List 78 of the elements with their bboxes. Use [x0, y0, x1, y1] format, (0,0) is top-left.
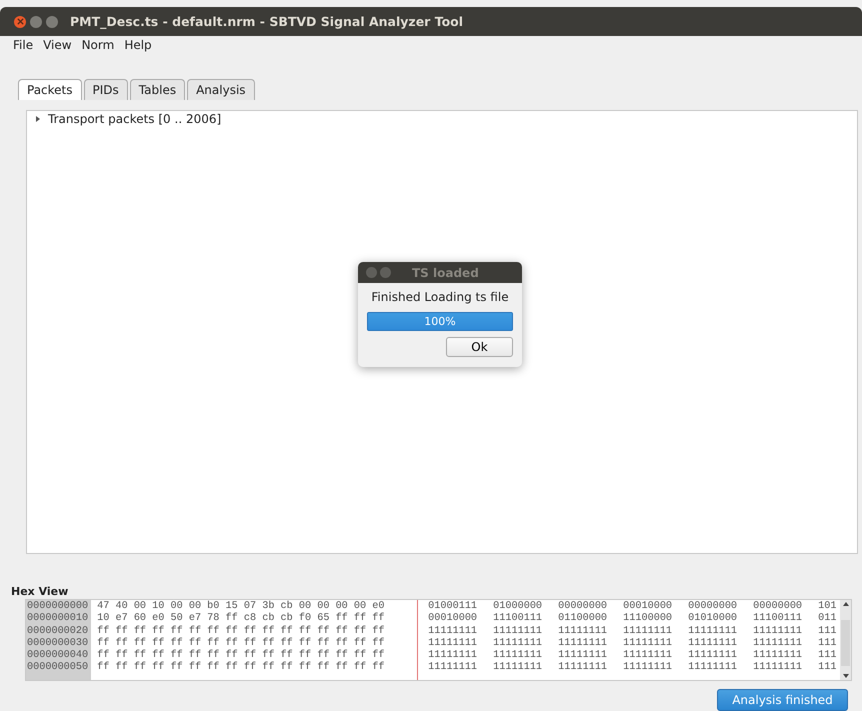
scrollbar[interactable]: [840, 600, 851, 680]
binary-text: 11111111: [688, 626, 738, 638]
tab[interactable]: Tables: [130, 79, 186, 100]
binary-text: 11111111: [688, 662, 738, 675]
binary-text: 11111111: [428, 662, 478, 675]
binary-text: 111: [818, 638, 836, 650]
menu-item[interactable]: Help: [119, 38, 157, 55]
binary-text: 00010000: [623, 601, 674, 613]
offset-text: 0000000010: [27, 613, 88, 626]
hex-bytes-text: 10 e7 60 e0 50 e7 78 ff c8 cb cb f0 65 ff ff ff: [97, 613, 386, 626]
offset-text: 0000000050: [27, 662, 88, 675]
binary-text: 01000111: [428, 601, 478, 613]
expand-arrow-icon[interactable]: [35, 116, 41, 122]
tree-item[interactable]: Transport packets [0 .. 2006]: [48, 112, 222, 126]
hex-bytes-text: ff ff ff ff ff ff ff ff ff ff ff ff ff ff ff ff: [97, 626, 386, 638]
minimize-icon[interactable]: [30, 16, 42, 28]
dialog-title: TS loaded: [412, 266, 479, 280]
binary-text: 11111111: [428, 638, 478, 650]
tab[interactable]: Packets: [18, 79, 82, 100]
binary-text: 11111111: [558, 662, 608, 675]
binary-text: 11111111: [558, 626, 608, 638]
scroll-up-arrow-icon[interactable]: [842, 602, 848, 606]
hex-bytes-text: ff ff ff ff ff ff ff ff ff ff ff ff ff ff ff ff: [97, 638, 386, 650]
scroll-down-arrow-icon[interactable]: [842, 674, 848, 678]
binary-text: 11111111: [623, 662, 674, 675]
maximize-icon[interactable]: [46, 16, 58, 28]
binary-text: 11111111: [493, 662, 544, 675]
tab[interactable]: PIDs: [84, 79, 128, 100]
binary-text: 11111111: [753, 650, 804, 662]
section-label: Hex View: [11, 585, 70, 599]
binary-text: 00000000: [688, 601, 738, 613]
close-icon[interactable]: [366, 267, 377, 278]
offset-text: 0000000020: [27, 626, 88, 638]
tab[interactable]: Analysis: [187, 79, 255, 100]
binary-text: 00000000: [753, 601, 804, 613]
binary-text: 11111111: [688, 650, 738, 662]
binary-text: 01010000: [688, 613, 738, 626]
binary-text: 01000000: [493, 601, 544, 613]
binary-text: 11111111: [623, 650, 674, 662]
binary-text: 11111111: [623, 638, 674, 650]
offset-text: 0000000000: [27, 601, 88, 613]
binary-text: 11111111: [623, 626, 674, 638]
hex-bytes-text: ff ff ff ff ff ff ff ff ff ff ff ff ff ff ff ff: [97, 650, 386, 662]
binary-text: 11111111: [493, 638, 544, 650]
menu-item[interactable]: Norm: [76, 38, 120, 55]
binary-text: 101: [818, 601, 836, 613]
binary-text: 11111111: [493, 626, 544, 638]
binary-text: 11111111: [753, 638, 804, 650]
binary-text: 11100000: [623, 613, 674, 626]
binary-text: 11111111: [493, 650, 544, 662]
offset-text: 0000000040: [27, 650, 88, 662]
window-title: PMT_Desc.ts - default.nrm - SBTVD Signal Analyzer Tool: [70, 14, 464, 29]
binary-text: 111: [818, 650, 836, 662]
close-icon[interactable]: [14, 16, 26, 28]
binary-text: 11100111: [493, 613, 544, 626]
hex-bytes-text: 47 40 00 10 00 00 b0 15 07 3b cb 00 00 00 00 e0: [97, 601, 386, 612]
progress-text: 100%: [423, 314, 457, 330]
binary-text: 11100111: [753, 613, 804, 626]
ok-button[interactable]: Ok: [446, 337, 513, 357]
binary-text: 11111111: [428, 626, 478, 638]
menu-item[interactable]: File: [8, 38, 38, 55]
binary-text: 111: [818, 662, 836, 675]
binary-text: 00010000: [428, 613, 478, 626]
binary-text: 111: [818, 626, 836, 638]
menu-item[interactable]: View: [38, 38, 77, 55]
binary-text: 11111111: [428, 650, 478, 662]
binary-text: 01100000: [558, 613, 608, 626]
offset-text: 0000000030: [27, 638, 88, 650]
binary-text: 011: [818, 613, 836, 626]
binary-text: 11111111: [753, 626, 804, 638]
maximize-icon[interactable]: [380, 267, 391, 278]
dialog-message: Finished Loading ts file: [370, 290, 510, 304]
binary-text: 11111111: [558, 650, 608, 662]
hex-bytes-text: ff ff ff ff ff ff ff ff ff ff ff ff ff ff ff ff: [97, 662, 386, 675]
binary-text: 00000000: [558, 601, 608, 613]
binary-text: 11111111: [558, 638, 608, 650]
binary-text: 11111111: [753, 662, 804, 675]
binary-text: 11111111: [688, 638, 738, 650]
